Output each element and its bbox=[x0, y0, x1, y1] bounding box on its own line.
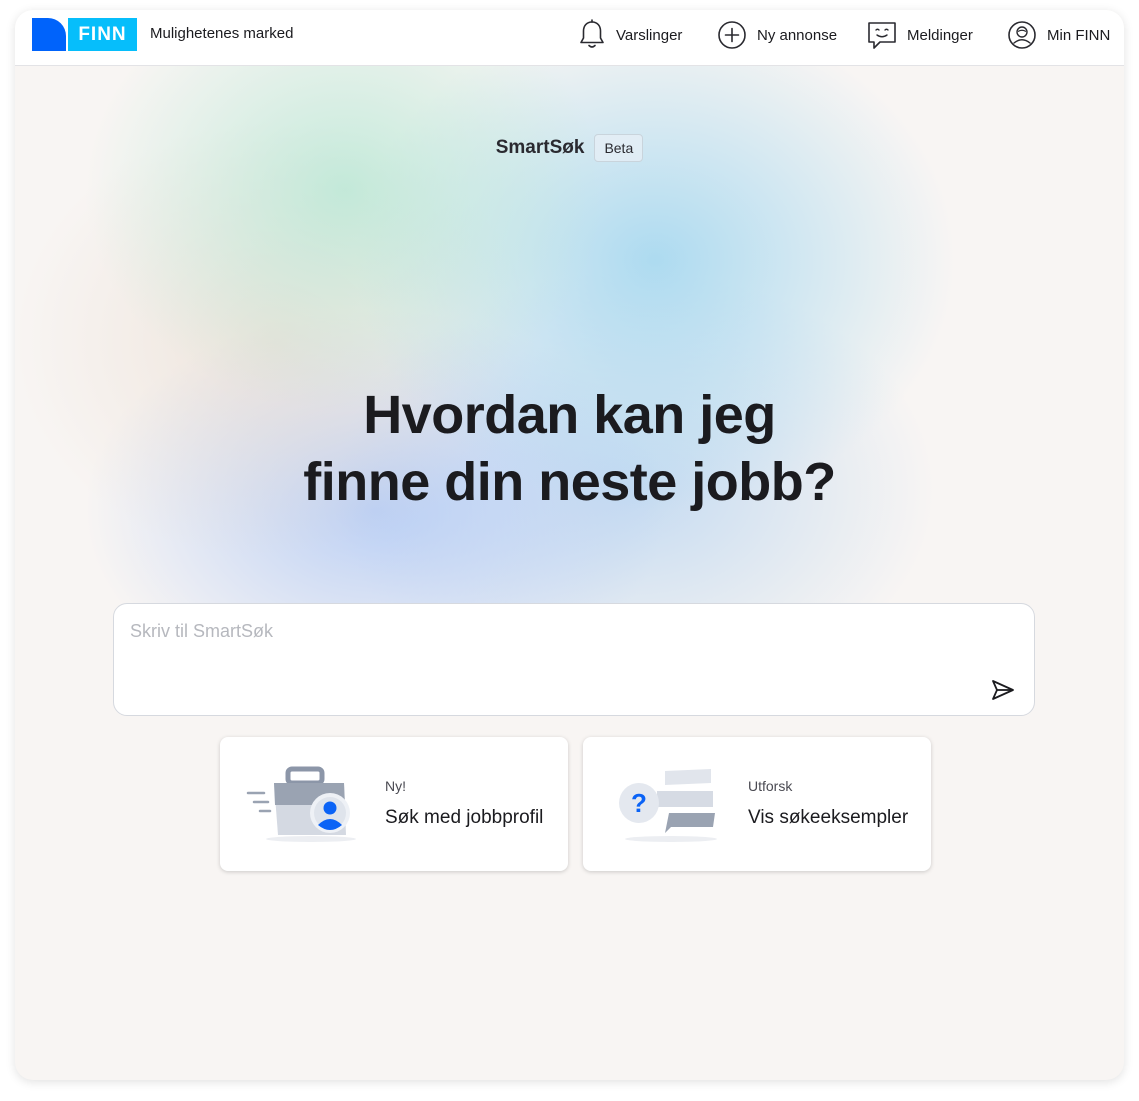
card-search-examples[interactable]: ? Utforsk Vis søkeeksempler bbox=[583, 737, 931, 871]
message-bubble-icon bbox=[868, 22, 896, 49]
nav-messages-label: Meldinger bbox=[907, 26, 973, 44]
headline-line-2: finne din neste jobb? bbox=[303, 452, 836, 512]
smartsok-header: SmartSøk Beta bbox=[15, 134, 1124, 162]
app-window: FINN Mulighetenes marked Varslinger Ny a… bbox=[15, 10, 1124, 1080]
product-name: SmartSøk bbox=[495, 137, 585, 158]
finn-logo-text: FINN bbox=[68, 18, 137, 51]
card-job-profile-search[interactable]: Ny! Søk med jobbprofil bbox=[220, 737, 568, 871]
smartsok-input[interactable] bbox=[128, 620, 992, 643]
card-kicker: Ny! bbox=[385, 778, 406, 794]
card-title: Vis søkeeksempler bbox=[748, 807, 909, 828]
finn-logo-mark bbox=[32, 18, 66, 51]
nav-my-finn-label: Min FINN bbox=[1047, 26, 1111, 44]
nav-alerts[interactable]: Varslinger bbox=[578, 18, 682, 52]
nav-alerts-label: Varslinger bbox=[616, 26, 683, 44]
card-kicker: Utforsk bbox=[748, 778, 793, 794]
beta-badge: Beta bbox=[594, 134, 644, 162]
nav-messages[interactable]: Meldinger bbox=[867, 18, 973, 52]
nav-new-ad[interactable]: Ny annonse bbox=[717, 18, 837, 52]
card-title: Søk med jobbprofil bbox=[385, 807, 544, 828]
nav-new-ad-label: Ny annonse bbox=[757, 26, 838, 44]
svg-text:?: ? bbox=[631, 788, 647, 818]
user-circle-icon bbox=[1008, 21, 1036, 49]
nav-my-finn[interactable]: Min FINN bbox=[1007, 18, 1110, 52]
page-headline: Hvordan kan jeg finne din neste jobb? bbox=[15, 382, 1124, 516]
top-navigation-bar: FINN Mulighetenes marked Varslinger Ny a… bbox=[15, 10, 1124, 66]
question-chat-icon: ? bbox=[619, 769, 717, 842]
briefcase-profile-icon bbox=[246, 766, 356, 842]
headline-line-1: Hvordan kan jeg bbox=[363, 385, 776, 445]
main-content: SmartSøk Beta Hvordan kan jeg finne din … bbox=[15, 10, 1124, 1080]
plus-circle-icon bbox=[718, 21, 746, 49]
bell-icon bbox=[580, 19, 604, 48]
send-icon[interactable] bbox=[990, 677, 1016, 703]
tagline: Mulighetenes marked bbox=[150, 25, 294, 42]
finn-logo[interactable]: FINN bbox=[32, 18, 137, 51]
smartsok-search-box bbox=[113, 603, 1035, 716]
